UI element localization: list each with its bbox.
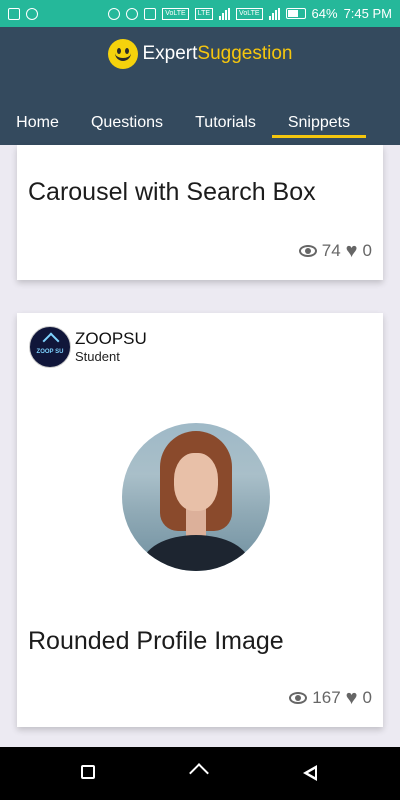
author-role: Student bbox=[75, 349, 120, 364]
image-icon bbox=[8, 7, 20, 20]
heart-icon[interactable]: ♥ bbox=[346, 688, 358, 708]
volte-label-2: VoLTE bbox=[236, 7, 263, 20]
author-name[interactable]: ZOOPSU bbox=[75, 329, 147, 349]
recent-apps-button[interactable] bbox=[81, 765, 95, 779]
headphones-icon bbox=[108, 7, 121, 20]
app-header: ExpertSuggestion Home Questions Tutorial… bbox=[0, 27, 400, 145]
view-count: 74 bbox=[321, 241, 341, 260]
post-card[interactable]: Carousel with Search Box 74 ♥ 0 bbox=[17, 145, 383, 280]
brand-logo[interactable]: ExpertSuggestion bbox=[0, 39, 400, 69]
clock: 7:45 PM bbox=[343, 6, 392, 21]
back-button[interactable] bbox=[303, 765, 317, 781]
vibrate-icon bbox=[144, 7, 157, 20]
settings-icon bbox=[26, 7, 38, 20]
tab-home[interactable]: Home bbox=[0, 101, 75, 145]
avatar[interactable]: ZOOP SU bbox=[29, 326, 71, 368]
like-count: 0 bbox=[362, 688, 372, 707]
system-nav-bar bbox=[0, 747, 400, 800]
tab-tutorials[interactable]: Tutorials bbox=[179, 101, 272, 145]
zoopsu-logo-mark bbox=[42, 332, 60, 350]
nav-tabs: Home Questions Tutorials Snippets bbox=[0, 101, 400, 145]
profile-image bbox=[122, 423, 270, 571]
signal-icon bbox=[219, 7, 231, 20]
avatar-logo-text: ZOOP SU bbox=[36, 349, 64, 355]
lte-label: LTE bbox=[194, 7, 214, 20]
status-right: VoLTE LTE VoLTE 64% 7:45 PM bbox=[108, 6, 392, 21]
tab-snippets[interactable]: Snippets bbox=[272, 101, 366, 145]
volte-label-1: VoLTE bbox=[162, 7, 189, 20]
battery-icon bbox=[285, 8, 306, 19]
brand-name: ExpertSuggestion bbox=[143, 43, 293, 65]
signal-icon bbox=[268, 7, 280, 20]
heart-icon[interactable]: ♥ bbox=[346, 241, 358, 261]
like-count: 0 bbox=[362, 241, 372, 260]
status-left bbox=[8, 7, 38, 20]
post-title[interactable]: Carousel with Search Box bbox=[28, 178, 316, 207]
post-title[interactable]: Rounded Profile Image bbox=[28, 627, 284, 656]
post-stats: 74 ♥ 0 bbox=[298, 241, 372, 261]
brand-name-part2: Suggestion bbox=[197, 43, 293, 64]
post-card[interactable]: ZOOP SU ZOOPSU Student Rounded Profile I… bbox=[17, 313, 383, 727]
smiley-icon bbox=[107, 39, 138, 69]
tab-questions[interactable]: Questions bbox=[75, 101, 179, 145]
battery-percent: 64% bbox=[311, 6, 338, 21]
status-bar: VoLTE LTE VoLTE 64% 7:45 PM bbox=[0, 0, 400, 27]
hotspot-icon bbox=[126, 7, 139, 20]
eye-icon bbox=[289, 692, 308, 704]
view-count: 167 bbox=[312, 688, 341, 707]
eye-icon bbox=[298, 245, 317, 257]
brand-name-part1: Expert bbox=[142, 43, 198, 64]
post-stats: 167 ♥ 0 bbox=[289, 688, 372, 708]
home-button[interactable] bbox=[191, 765, 209, 781]
